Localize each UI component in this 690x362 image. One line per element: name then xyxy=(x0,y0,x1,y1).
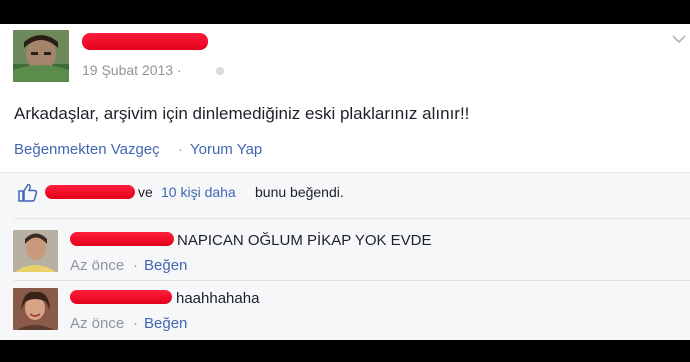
comments-list: NAPICAN OĞLUM PİKAP YOK EVDE Az önce · B… xyxy=(0,216,690,340)
comment-text: NAPICAN OĞLUM PİKAP YOK EVDE xyxy=(177,232,432,249)
comment-link[interactable]: Yorum Yap xyxy=(190,141,262,158)
commenter-name-redacted[interactable] xyxy=(70,290,172,304)
liker-name-redacted[interactable] xyxy=(45,185,135,199)
post-card: 19 Şubat 2013 · Arkadaşlar, arşivim için… xyxy=(0,24,690,340)
comment-time[interactable]: Az önce xyxy=(70,315,124,332)
comment-text: haahhahaha xyxy=(176,290,260,307)
likes-suffix: bunu beğendi. xyxy=(255,184,344,200)
author-name-redacted[interactable] xyxy=(82,33,208,50)
unlike-link[interactable]: Beğenmekten Vazgeç xyxy=(14,141,160,158)
post-text: Arkadaşlar, arşivim için dinlemediğiniz … xyxy=(14,104,470,123)
post-timestamp[interactable]: 19 Şubat 2013 · xyxy=(82,62,182,78)
comment-time[interactable]: Az önce xyxy=(70,257,124,274)
thumbs-up-icon xyxy=(18,183,38,202)
chevron-down-icon[interactable] xyxy=(672,34,686,44)
action-separator: · xyxy=(178,141,183,158)
comment-separator: · xyxy=(133,257,138,274)
commenter-name-redacted[interactable] xyxy=(70,232,174,246)
author-avatar[interactable] xyxy=(13,30,69,82)
likes-prefix: ve xyxy=(138,184,153,200)
comments-divider xyxy=(14,280,690,281)
comment-separator: · xyxy=(133,315,138,332)
privacy-icon xyxy=(216,67,224,75)
comments-divider xyxy=(14,218,690,219)
likes-others-link[interactable]: 10 kişi daha xyxy=(161,184,236,200)
comment-like-link[interactable]: Beğen xyxy=(144,257,187,274)
comment-like-link[interactable]: Beğen xyxy=(144,315,187,332)
commenter-avatar[interactable] xyxy=(13,288,58,330)
likes-bar: ve 10 kişi daha bunu beğendi. xyxy=(0,172,690,216)
commenter-avatar[interactable] xyxy=(13,230,58,272)
